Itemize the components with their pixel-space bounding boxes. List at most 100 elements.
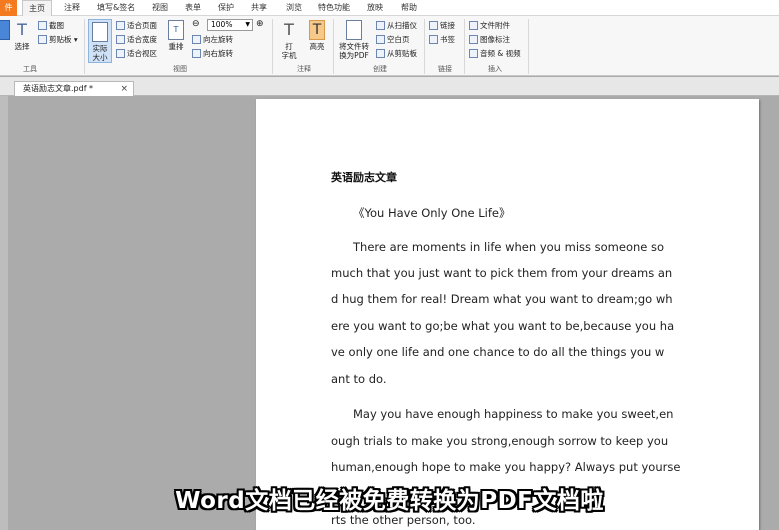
navigation-panel-handle[interactable]	[0, 96, 8, 530]
typewriter-button[interactable]: T 打 字机	[278, 20, 300, 60]
reflow-label: 重排	[168, 42, 184, 51]
zoom-value: 100%	[211, 20, 233, 29]
chevron-down-icon: ▼	[245, 21, 250, 28]
blank-page-icon	[376, 35, 385, 44]
bookmark-label: 书签	[440, 35, 455, 44]
menu-help[interactable]: 帮助	[401, 0, 417, 16]
clipboard-icon	[38, 35, 47, 44]
zoom-select[interactable]: 100% ▼	[207, 19, 253, 31]
rotate-left-icon	[192, 35, 201, 44]
page-icon	[92, 22, 108, 42]
document-tab[interactable]: 英语励志文章.pdf * ×	[14, 81, 134, 96]
cursor-icon: T	[17, 20, 27, 39]
document-subtitle: 《You Have Only One Life》	[353, 206, 511, 220]
clipboard-label: 剪贴板	[49, 35, 72, 44]
menu-browse[interactable]: 浏览	[286, 0, 302, 16]
actual-size-button[interactable]: 实际 大小	[88, 19, 112, 63]
text-line: d hug them for real! Dream what you want…	[331, 292, 673, 306]
menu-fill-sign[interactable]: 填写&签名	[97, 0, 135, 16]
bookmark-icon	[429, 35, 438, 44]
rotate-left-button[interactable]: 向左旋转	[192, 35, 233, 45]
tools-group-label: 工具	[23, 65, 37, 73]
fit-visible-button[interactable]: 适合视区	[116, 49, 157, 59]
fit-width-button[interactable]: 适合宽度	[116, 35, 157, 45]
media-icon	[469, 49, 478, 58]
reflow-icon: T	[168, 20, 184, 40]
text-line: rts the other person, too.	[331, 513, 476, 527]
blank-page-button[interactable]: 空白页	[376, 35, 410, 45]
actual-size-label: 实际 大小	[92, 44, 108, 62]
close-icon[interactable]: ×	[120, 82, 128, 96]
paste-icon	[376, 49, 385, 58]
menu-slideshow[interactable]: 放映	[367, 0, 383, 16]
separator	[84, 19, 85, 74]
menu-annotate[interactable]: 注释	[64, 0, 80, 16]
menu-protect[interactable]: 保护	[218, 0, 234, 16]
typewriter-icon: T	[284, 20, 294, 39]
text-line: May you have enough happiness to make yo…	[353, 407, 674, 421]
typewriter-label: 打 字机	[281, 42, 297, 60]
menu-file[interactable]: 件	[0, 0, 17, 16]
ribbon: T 选择 截图 剪贴板 ▾ 工具 实际 大小 适合页面 适合宽度 适合视区 T …	[0, 16, 779, 76]
from-scanner-button[interactable]: 从扫描仪	[376, 21, 417, 31]
link-label: 链接	[440, 21, 455, 30]
fit-page-button[interactable]: 适合页面	[116, 21, 157, 31]
screenshot-button[interactable]: 截图	[38, 21, 64, 31]
fit-width-label: 适合宽度	[127, 35, 157, 44]
from-scanner-label: 从扫描仪	[387, 21, 417, 30]
pdf-page: 英语励志文章 《You Have Only One Life》 There ar…	[256, 99, 759, 530]
scanner-icon	[376, 21, 385, 30]
document-title: 英语励志文章	[331, 171, 397, 184]
link-icon	[429, 21, 438, 30]
image-annot-label: 图像标注	[480, 35, 510, 44]
separator	[333, 19, 334, 74]
audio-video-label: 音频 & 视频	[480, 49, 521, 58]
fit-visible-icon	[116, 49, 125, 58]
text-line: ere you want to go;be what you want to b…	[331, 319, 675, 333]
separator	[272, 19, 273, 74]
convert-label: 将文件转 换为PDF	[339, 42, 369, 60]
convert-to-pdf-button[interactable]: 将文件转 换为PDF	[336, 20, 372, 60]
blank-page-label: 空白页	[387, 35, 410, 44]
camera-icon	[38, 21, 47, 30]
text-line: human,enough hope to make you happy? Alw…	[331, 460, 681, 474]
insert-group-label: 插入	[488, 65, 502, 73]
fit-page-label: 适合页面	[127, 21, 157, 30]
reflow-button[interactable]: T 重排	[166, 20, 186, 51]
text-line: ve only one life and one chance to do al…	[331, 345, 665, 359]
text-line: ant to do.	[331, 372, 387, 386]
hand-tool-button[interactable]	[0, 20, 10, 42]
video-subtitle-caption: Word文档已经被免费转换为PDF文档啦	[175, 488, 604, 514]
separator	[464, 19, 465, 74]
create-group-label: 创建	[373, 65, 387, 73]
zoom-out-icon[interactable]: ⊖	[192, 19, 200, 29]
link-group-label: 链接	[438, 65, 452, 73]
fit-visible-label: 适合视区	[127, 49, 157, 58]
from-clipboard-button[interactable]: 从剪贴板	[376, 49, 417, 59]
link-button[interactable]: 链接	[429, 21, 455, 31]
text-line: ough trials to make you strong,enough so…	[331, 434, 669, 448]
file-attachment-button[interactable]: 文件附件	[469, 21, 510, 31]
view-group-label: 视图	[173, 65, 187, 73]
menu-features[interactable]: 特色功能	[318, 0, 350, 16]
zoom-in-icon[interactable]: ⊕	[256, 19, 264, 29]
menu-view[interactable]: 视图	[152, 0, 168, 16]
annotation-group-label: 注释	[297, 65, 311, 73]
menu-home[interactable]: 主页	[22, 0, 52, 17]
audio-video-button[interactable]: 音频 & 视频	[469, 49, 521, 59]
rotate-right-button[interactable]: 向右旋转	[192, 49, 233, 59]
menu-share[interactable]: 共享	[251, 0, 267, 16]
menu-form[interactable]: 表单	[185, 0, 201, 16]
image-annotation-button[interactable]: 图像标注	[469, 35, 510, 45]
rotate-right-label: 向右旋转	[203, 49, 233, 58]
separator	[528, 19, 529, 74]
hand-icon	[0, 20, 10, 40]
clipboard-button[interactable]: 剪贴板 ▾	[38, 35, 78, 45]
bookmark-button[interactable]: 书签	[429, 35, 455, 45]
select-button[interactable]: T 选择	[12, 20, 32, 51]
text-line: There are moments in life when you miss …	[353, 240, 665, 254]
select-label: 选择	[14, 42, 30, 51]
from-clipboard-label: 从剪贴板	[387, 49, 417, 58]
highlight-button[interactable]: T 高亮	[305, 20, 329, 51]
image-icon	[469, 35, 478, 44]
